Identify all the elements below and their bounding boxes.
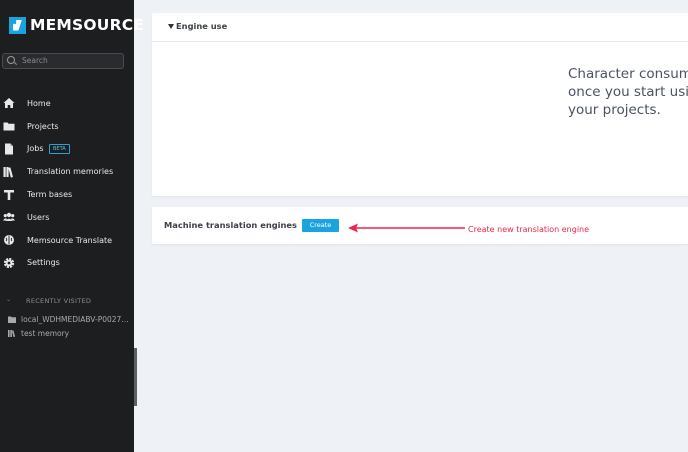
sidebar-item-jobs[interactable]: Jobs BETA [0,138,134,161]
annotation-text: Create new translation engine [468,225,590,234]
recently-visited-title[interactable]: RECENTLY VISITED [26,297,91,305]
gear-icon [3,257,15,269]
brand-name: MEMSOURCE [30,16,145,34]
sidebar: MEMSOURCE Search Home Projects Jobs BETA… [0,0,144,452]
sidebar-item-translation-memories[interactable]: Translation memories [0,160,134,183]
folder-icon [8,316,16,323]
chevron-down-icon[interactable]: ⌄ [6,296,11,303]
sidebar-item-settings[interactable]: Settings [0,252,134,275]
folder-icon [3,122,15,131]
search-input[interactable]: Search [2,53,124,69]
empty-state-message: Character consumpt once you start using … [568,65,688,119]
sidebar-item-label: Translation memories [27,167,114,177]
text-t-icon [4,189,14,200]
recent-item[interactable]: test memory [8,329,69,338]
sidebar-item-projects[interactable]: Projects [0,115,134,138]
main-nav: Home Projects Jobs BETA Translation memo… [0,92,134,274]
engine-use-header[interactable]: Engine use [152,13,688,42]
message-line: Character consumpt [568,66,688,82]
caret-down-icon [168,24,174,29]
recent-item[interactable]: local_WDHMEDIABV-P0027… [8,315,129,324]
create-button[interactable]: Create [302,219,339,232]
engine-use-panel: Engine use Character consumpt once you s… [152,13,688,196]
sidebar-scrollbar[interactable] [134,348,137,406]
sidebar-item-label: Term bases [27,190,73,200]
sidebar-item-users[interactable]: Users [0,206,134,229]
sidebar-item-label: Jobs [27,144,44,154]
sidebar-item-home[interactable]: Home [0,92,134,115]
sidebar-item-label: Home [27,98,51,108]
recent-item-label: local_WDHMEDIABV-P0027… [21,315,129,324]
sidebar-item-label: Settings [27,258,60,268]
search-icon [7,56,15,64]
sidebar-item-label: Users [27,212,50,222]
annotation-arrow [348,223,465,233]
beta-badge: BETA [49,143,70,154]
message-line: once you start using [568,84,688,100]
books-icon [3,166,13,178]
brain-icon [4,235,14,246]
search-placeholder: Search [22,56,48,65]
sidebar-item-label: Projects [27,121,59,131]
engine-use-title: Engine use [176,21,228,31]
sidebar-item-label: Memsource Translate [27,235,113,245]
document-icon [5,143,13,155]
mt-engines-label: Machine translation engines [164,220,297,230]
sidebar-item-memsource-translate[interactable]: Memsource Translate [0,229,134,252]
users-icon [3,213,15,222]
books-icon [8,330,16,337]
memsource-logo-icon [9,16,26,34]
message-line: your projects. [568,102,661,118]
sidebar-item-term-bases[interactable]: Term bases [0,183,134,206]
memsource-logo[interactable]: MEMSOURCE [9,14,144,36]
recent-item-label: test memory [21,329,70,338]
home-icon [3,98,15,109]
